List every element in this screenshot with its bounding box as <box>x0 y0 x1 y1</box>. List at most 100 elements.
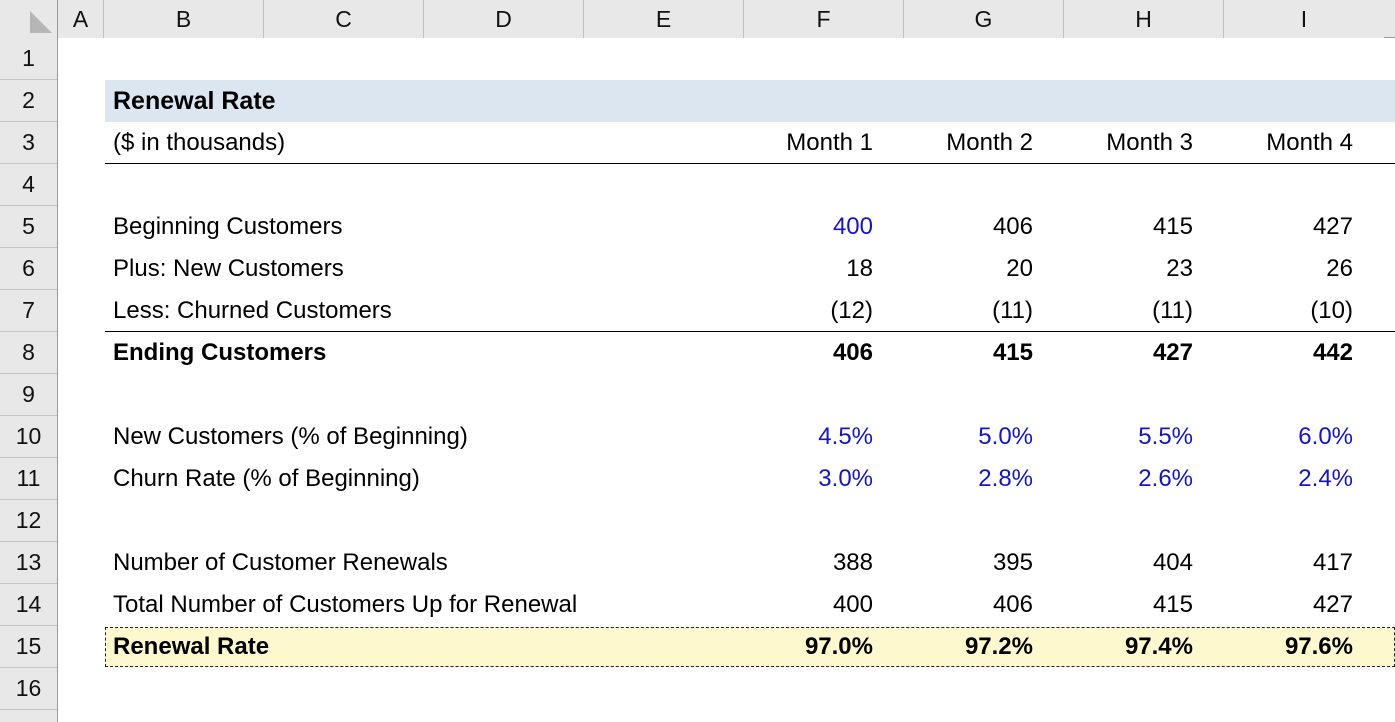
value-churned-customers-m3[interactable]: (11) <box>1045 290 1205 332</box>
cell-a5[interactable] <box>59 206 105 248</box>
row-header-7[interactable]: 7 <box>0 290 57 332</box>
row-header-6[interactable]: 6 <box>0 248 57 290</box>
column-header-e[interactable]: E <box>584 0 744 38</box>
row-header-4[interactable]: 4 <box>0 164 57 206</box>
period-header-month-3[interactable]: Month 3 <box>1045 122 1205 164</box>
column-header-a[interactable]: A <box>58 0 104 38</box>
value-renewal-rate-m4[interactable]: 97.6% <box>1205 626 1365 668</box>
value-new-customers-pct-m2[interactable]: 5.0% <box>885 416 1045 458</box>
value-beginning-customers-m4[interactable]: 427 <box>1205 206 1365 248</box>
row-header-1[interactable]: 1 <box>0 38 57 80</box>
period-header-month-4[interactable]: Month 4 <box>1205 122 1365 164</box>
label-new-customers[interactable]: Plus: New Customers <box>105 248 725 290</box>
value-customer-renewals-m4[interactable]: 417 <box>1205 542 1365 584</box>
label-ending-customers[interactable]: Ending Customers <box>105 332 725 374</box>
sheet-row-12 <box>59 500 1395 542</box>
units-label[interactable]: ($ in thousands) <box>105 122 725 164</box>
value-renewal-rate-m2[interactable]: 97.2% <box>885 626 1045 668</box>
value-ending-customers-m3[interactable]: 427 <box>1045 332 1205 374</box>
column-header-c[interactable]: C <box>264 0 424 38</box>
select-all-button[interactable] <box>0 0 58 38</box>
label-renewal-rate[interactable]: Renewal Rate <box>105 626 725 668</box>
row-header-15[interactable]: 15 <box>0 626 57 668</box>
value-customer-renewals-m2[interactable]: 395 <box>885 542 1045 584</box>
value-customer-renewals-m1[interactable]: 388 <box>725 542 885 584</box>
label-churned-customers[interactable]: Less: Churned Customers <box>105 290 725 332</box>
value-total-up-for-renewal-m4[interactable]: 427 <box>1205 584 1365 626</box>
cell-a7[interactable] <box>59 290 105 332</box>
column-header-g[interactable]: G <box>904 0 1064 38</box>
sheet-row-4 <box>59 164 1395 206</box>
column-header-f[interactable]: F <box>744 0 904 38</box>
row-header-13[interactable]: 13 <box>0 542 57 584</box>
column-header-d[interactable]: D <box>424 0 584 38</box>
cell-grid: Renewal Rate ($ in thousands) Month 1 Mo… <box>59 38 1395 722</box>
value-customer-renewals-m3[interactable]: 404 <box>1045 542 1205 584</box>
cell-a2[interactable] <box>59 80 105 122</box>
cell-a6[interactable] <box>59 248 105 290</box>
value-ending-customers-m2[interactable]: 415 <box>885 332 1045 374</box>
row-header-16[interactable]: 16 <box>0 668 57 710</box>
value-new-customers-m2[interactable]: 20 <box>885 248 1045 290</box>
value-new-customers-m1[interactable]: 18 <box>725 248 885 290</box>
sheet-row-11: Churn Rate (% of Beginning) 3.0% 2.8% 2.… <box>59 458 1395 500</box>
row-header-2[interactable]: 2 <box>0 80 57 122</box>
value-new-customers-m3[interactable]: 23 <box>1045 248 1205 290</box>
sheet-row-3: ($ in thousands) Month 1 Month 2 Month 3… <box>59 122 1395 164</box>
value-beginning-customers-m2[interactable]: 406 <box>885 206 1045 248</box>
cell-a13[interactable] <box>59 542 105 584</box>
column-header-i[interactable]: I <box>1224 0 1384 38</box>
page-title[interactable]: Renewal Rate <box>105 80 276 122</box>
value-new-customers-pct-m1[interactable]: 4.5% <box>725 416 885 458</box>
cell-a10[interactable] <box>59 416 105 458</box>
value-churned-customers-m2[interactable]: (11) <box>885 290 1045 332</box>
label-new-customers-pct[interactable]: New Customers (% of Beginning) <box>105 416 725 458</box>
value-total-up-for-renewal-m1[interactable]: 400 <box>725 584 885 626</box>
cell-a8[interactable] <box>59 332 105 374</box>
row-header-10[interactable]: 10 <box>0 416 57 458</box>
label-churn-rate-pct[interactable]: Churn Rate (% of Beginning) <box>105 458 725 500</box>
value-churn-rate-pct-m2[interactable]: 2.8% <box>885 458 1045 500</box>
value-new-customers-pct-m4[interactable]: 6.0% <box>1205 416 1365 458</box>
value-churn-rate-pct-m4[interactable]: 2.4% <box>1205 458 1365 500</box>
period-header-month-1[interactable]: Month 1 <box>725 122 885 164</box>
value-renewal-rate-m1[interactable]: 97.0% <box>725 626 885 668</box>
row-header-12[interactable]: 12 <box>0 500 57 542</box>
column-header-h[interactable]: H <box>1064 0 1224 38</box>
cell-a11[interactable] <box>59 458 105 500</box>
period-header-month-2[interactable]: Month 2 <box>885 122 1045 164</box>
cell-a15[interactable] <box>59 626 105 668</box>
label-total-up-for-renewal[interactable]: Total Number of Customers Up for Renewal <box>105 584 725 626</box>
value-beginning-customers-m3[interactable]: 415 <box>1045 206 1205 248</box>
value-total-up-for-renewal-m2[interactable]: 406 <box>885 584 1045 626</box>
value-new-customers-pct-m3[interactable]: 5.5% <box>1045 416 1205 458</box>
value-churned-customers-m4[interactable]: (10) <box>1205 290 1365 332</box>
value-churn-rate-pct-m1[interactable]: 3.0% <box>725 458 885 500</box>
sheet-row-9 <box>59 374 1395 416</box>
label-customer-renewals[interactable]: Number of Customer Renewals <box>105 542 725 584</box>
row-header-14[interactable]: 14 <box>0 584 57 626</box>
column-header-b[interactable]: B <box>104 0 264 38</box>
sheet-row-13: Number of Customer Renewals 388 395 404 … <box>59 542 1395 584</box>
row-header-9[interactable]: 9 <box>0 374 57 416</box>
value-renewal-rate-m3[interactable]: 97.4% <box>1045 626 1205 668</box>
value-churn-rate-pct-m3[interactable]: 2.6% <box>1045 458 1205 500</box>
cell-a3[interactable] <box>59 122 105 164</box>
sheet-row-1 <box>59 38 1395 80</box>
value-beginning-customers-m1[interactable]: 400 <box>725 206 885 248</box>
column-header-bar: A B C D E F G H I <box>0 0 1395 38</box>
label-beginning-customers[interactable]: Beginning Customers <box>105 206 725 248</box>
value-churned-customers-m1[interactable]: (12) <box>725 290 885 332</box>
cell-a14[interactable] <box>59 584 105 626</box>
row-header-5[interactable]: 5 <box>0 206 57 248</box>
row-header-11[interactable]: 11 <box>0 458 57 500</box>
row-header-3[interactable]: 3 <box>0 122 57 164</box>
value-ending-customers-m4[interactable]: 442 <box>1205 332 1365 374</box>
value-total-up-for-renewal-m3[interactable]: 415 <box>1045 584 1205 626</box>
sheet-row-7: Less: Churned Customers (12) (11) (11) (… <box>59 290 1395 332</box>
row-header-bar: 1 2 3 4 5 6 7 8 9 10 11 12 13 14 15 16 <box>0 38 58 722</box>
value-new-customers-m4[interactable]: 26 <box>1205 248 1365 290</box>
value-ending-customers-m1[interactable]: 406 <box>725 332 885 374</box>
sheet-row-10: New Customers (% of Beginning) 4.5% 5.0%… <box>59 416 1395 458</box>
row-header-8[interactable]: 8 <box>0 332 57 374</box>
